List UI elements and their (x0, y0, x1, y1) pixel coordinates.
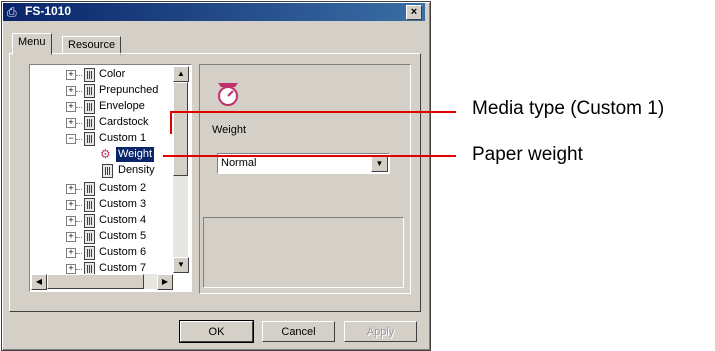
scale-icon: ⚙ (100, 147, 111, 161)
tab-menu[interactable]: Menu (12, 33, 52, 55)
tree-item-label: Color (99, 68, 126, 80)
tree-item-label: Custom 1 (99, 132, 147, 144)
scroll-right-button[interactable]: ▶ (157, 274, 173, 290)
paper-stack-icon (84, 132, 95, 146)
tree-item-label: Custom 2 (99, 182, 147, 194)
tree-item-label: Custom 5 (99, 230, 147, 242)
cancel-button[interactable]: Cancel (262, 321, 335, 342)
callout-line-paper-weight (163, 155, 456, 157)
paper-stack-icon (84, 84, 95, 98)
expand-icon[interactable]: + (66, 248, 76, 258)
paper-stack-icon (84, 230, 95, 244)
dropdown-button[interactable]: ▼ (371, 155, 388, 172)
expand-icon[interactable]: + (66, 232, 76, 242)
scroll-thumb[interactable] (173, 82, 188, 176)
description-box (203, 217, 404, 288)
paper-stack-icon (84, 246, 95, 260)
scroll-up-button[interactable]: ▲ (173, 66, 189, 82)
close-button[interactable]: × (406, 5, 422, 20)
tree-item-label: Custom 6 (99, 246, 147, 258)
paper-stack-icon (84, 198, 95, 212)
chevron-down-icon: ▼ (375, 159, 384, 168)
paper-stack-icon (84, 68, 95, 82)
tree-item-label: Envelope (99, 100, 145, 112)
media-tree[interactable]: + Color + Prepunched + Envelope + Cardst… (29, 64, 192, 292)
title-bar[interactable]: ⎙ FS-1010 × (3, 3, 425, 21)
expand-icon[interactable]: + (66, 216, 76, 226)
tree-vertical-scrollbar[interactable]: ▲ ▼ (173, 66, 189, 273)
weight-label: Weight (212, 124, 247, 136)
printer-icon: ⎙ (7, 5, 17, 19)
window-title: FS-1010 (25, 4, 72, 18)
arrow-right-icon: ▶ (161, 277, 169, 286)
expand-icon[interactable]: + (66, 200, 76, 210)
expand-icon[interactable]: + (66, 264, 76, 274)
paper-stack-icon (84, 214, 95, 228)
apply-button[interactable]: Apply (344, 321, 417, 342)
expand-icon[interactable]: + (66, 184, 76, 194)
arrow-up-icon: ▲ (177, 69, 185, 78)
tree-item-label: Prepunched (99, 84, 159, 96)
callout-line-media-type (170, 111, 456, 113)
scroll-down-button[interactable]: ▼ (173, 257, 189, 273)
tree-item-label: Custom 4 (99, 214, 147, 226)
scroll-left-button[interactable]: ◀ (31, 274, 47, 290)
ok-button[interactable]: OK (179, 320, 254, 343)
paper-weight-value: Normal (221, 157, 257, 169)
scale-icon (218, 83, 238, 106)
collapse-icon[interactable]: − (66, 134, 76, 144)
callout-media-type: Media type (Custom 1) (472, 98, 665, 119)
expand-icon[interactable]: + (66, 86, 76, 96)
tree-item-label: Custom 3 (99, 198, 147, 210)
paper-stack-icon (84, 182, 95, 196)
callout-paper-weight: Paper weight (472, 144, 583, 165)
paper-stack-icon (84, 116, 95, 130)
paper-stack-icon (84, 100, 95, 114)
tree-item-label: Density (118, 164, 155, 176)
callout-line-media-type (170, 111, 172, 134)
tree-item-label: Weight (116, 147, 155, 162)
tree-horizontal-scrollbar[interactable]: ◀ ▶ (31, 274, 173, 290)
arrow-down-icon: ▼ (177, 260, 185, 269)
density-icon (102, 164, 113, 178)
arrow-left-icon: ◀ (35, 277, 43, 286)
close-icon: × (410, 6, 418, 18)
expand-icon[interactable]: + (66, 70, 76, 80)
expand-icon[interactable]: + (66, 118, 76, 128)
tree-item-label: Cardstock (99, 116, 149, 128)
expand-icon[interactable]: + (66, 102, 76, 112)
scroll-thumb[interactable] (47, 274, 144, 289)
